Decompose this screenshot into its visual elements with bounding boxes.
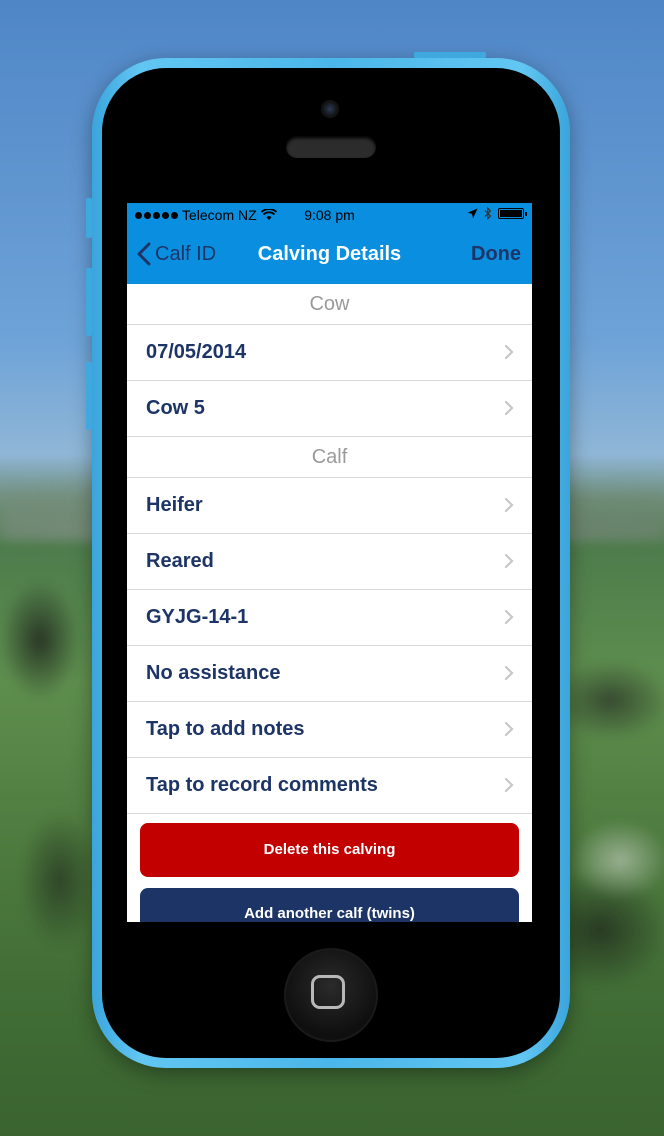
calf-sex-row[interactable]: Heifer xyxy=(127,478,532,534)
row-label: Tap to add notes xyxy=(146,718,305,740)
delete-calving-button[interactable]: Delete this calving xyxy=(140,823,519,877)
done-button[interactable]: Done xyxy=(471,243,521,266)
chevron-right-icon xyxy=(504,344,514,360)
status-right xyxy=(467,207,527,220)
row-label: Tap to record comments xyxy=(146,774,378,796)
front-camera xyxy=(321,100,339,118)
assistance-row[interactable]: No assistance xyxy=(127,646,532,702)
row-label: Heifer xyxy=(146,494,203,516)
home-button-icon xyxy=(311,975,345,1009)
navigation-bar: Calf ID Calving Details Done xyxy=(127,228,532,284)
chevron-right-icon xyxy=(504,721,514,737)
row-label: 07/05/2014 xyxy=(146,341,247,363)
chevron-right-icon xyxy=(504,400,514,416)
row-label: GYJG-14-1 xyxy=(146,606,249,628)
app-screen: Telecom NZ 9:08 pm Calf ID Calving Detai… xyxy=(127,203,532,922)
chevron-right-icon xyxy=(504,553,514,569)
row-label: Reared xyxy=(146,550,214,572)
calf-id-row[interactable]: GYJG-14-1 xyxy=(127,590,532,646)
phone-power-button xyxy=(414,52,486,58)
earpiece-speaker xyxy=(286,136,376,158)
bluetooth-icon xyxy=(484,207,492,220)
chevron-right-icon xyxy=(504,665,514,681)
chevron-left-icon xyxy=(137,242,151,266)
chevron-right-icon xyxy=(504,497,514,513)
location-arrow-icon xyxy=(467,208,478,219)
notes-row[interactable]: Tap to add notes xyxy=(127,702,532,758)
row-label: Cow 5 xyxy=(146,397,205,419)
battery-icon xyxy=(498,208,527,219)
section-header-cow: Cow xyxy=(127,284,532,325)
back-button[interactable]: Calf ID xyxy=(137,242,216,266)
date-row[interactable]: 07/05/2014 xyxy=(127,325,532,381)
back-button-label: Calf ID xyxy=(155,242,217,265)
chevron-right-icon xyxy=(504,609,514,625)
row-label: No assistance xyxy=(146,662,281,684)
cow-row[interactable]: Cow 5 xyxy=(127,381,532,437)
add-twin-calf-button[interactable]: Add another calf (twins) xyxy=(140,888,519,922)
phone-volume-up xyxy=(86,268,92,336)
status-bar: Telecom NZ 9:08 pm xyxy=(127,203,532,228)
comments-row[interactable]: Tap to record comments xyxy=(127,758,532,814)
phone-mute-switch xyxy=(86,198,92,238)
chevron-right-icon xyxy=(504,777,514,793)
calf-fate-row[interactable]: Reared xyxy=(127,534,532,590)
phone-volume-down xyxy=(86,362,92,430)
section-header-calf: Calf xyxy=(127,437,532,478)
